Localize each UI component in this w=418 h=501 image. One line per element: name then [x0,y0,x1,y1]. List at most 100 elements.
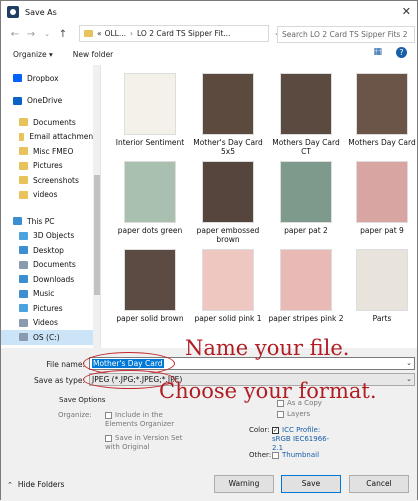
file-name-label: paper dots green [117,226,183,235]
sidebar-item-label: OneDrive [27,96,63,106]
organize-label: Organize: [58,411,92,419]
file-item[interactable]: paper stripes pink 2 [268,249,344,323]
file-name-dropdown-icon[interactable]: ⌄ [406,358,412,369]
sidebar-item-documents[interactable]: Documents [1,115,100,130]
close-icon[interactable]: ✕ [402,5,411,18]
cancel-button[interactable]: Cancel [349,475,409,493]
file-name-label: paper stripes pink 2 [268,314,344,323]
path-segment-2[interactable]: LO 2 Card TS Sipper Fit... [137,29,230,38]
search-input[interactable]: Search LO 2 Card TS Sipper Fits 2 [277,26,415,43]
save-type-dropdown-icon[interactable]: ⌄ [406,374,412,385]
file-item[interactable]: paper pat 2 [268,161,344,235]
thumbnail-checkbox[interactable] [272,451,279,459]
file-item[interactable]: paper pat 9 [344,161,417,235]
save-copy-option[interactable]: As a Copy [277,399,322,408]
path-segment-1[interactable]: OLL... [105,29,126,38]
other-label: Other: [249,451,272,459]
include-organizer-label: Include in the Elements Organizer [105,411,175,428]
annotation-name-your-file: Name your file. [185,336,350,360]
file-item[interactable]: Mothers Day Card [344,73,417,147]
organize-button[interactable]: Organize ▾ [13,50,53,59]
sidebar-item-label: Downloads [33,274,75,284]
path-overflow[interactable]: « [97,29,102,38]
help-icon[interactable]: ? [396,47,407,58]
include-organizer-checkbox[interactable] [105,411,112,419]
sidebar-item-screenshots[interactable]: Screenshots [1,173,100,188]
sidebar-item-label: Pictures [33,303,63,313]
version-set-option[interactable]: Save in Version Set with Original [105,434,185,452]
sidebar-item-videos[interactable]: videos [1,188,100,203]
file-item[interactable]: Parts [344,249,417,323]
3d-objects-icon [19,231,28,240]
folder-icon [19,132,25,141]
file-item[interactable]: paper dots green [112,161,188,235]
file-name-label: Interior Sentiment [115,138,185,147]
thumbnail-option[interactable]: Thumbnail [272,451,319,460]
save-copy-label: As a Copy [287,399,322,407]
file-list: Interior Sentiment Mother's Day Card 5x5 M… [102,65,417,348]
sidebar-item-this-pc[interactable]: This PC [1,214,100,229]
file-name-label: Parts [372,314,392,323]
sidebar-item-label: Documents [33,117,76,127]
sidebar-item-label: This PC [27,216,55,226]
sidebar-item-onedrive[interactable]: OneDrive [1,94,100,109]
file-item[interactable]: Mothers Day Card CT [268,73,344,156]
sidebar-item-email-attachments[interactable]: Email attachments [1,130,100,145]
file-thumbnail [356,73,408,135]
file-item[interactable]: Mother's Day Card 5x5 [190,73,266,156]
file-thumbnail [202,249,254,311]
file-item[interactable]: paper solid brown [112,249,188,323]
folder-icon [19,161,28,170]
file-name-label: paper pat 9 [360,226,404,235]
sidebar-item-misc-fmeo[interactable]: Misc FMEO [1,144,100,159]
include-organizer-option[interactable]: Include in the Elements Organizer [105,411,175,429]
sidebar-item-label: Music [33,289,55,299]
sidebar-item-dropbox[interactable]: Dropbox [1,71,100,86]
desktop-icon [19,246,28,255]
sidebar-item-label: Email attachments [29,132,100,142]
sidebar-item-3d-objects[interactable]: 3D Objects [1,229,100,244]
sidebar-item-videos[interactable]: Videos [1,316,100,331]
toolbar: Organize ▾ New folder ▦ ? [1,45,417,63]
save-copy-checkbox[interactable] [277,399,284,407]
sidebar-item-pictures[interactable]: Pictures [1,159,100,174]
icc-profile-option[interactable]: ✓ ICC Profile: sRGB IEC61966-2.1 [272,426,334,453]
save-panel: File name: Mother's Day Card ⌄ Save as t… [1,336,417,501]
layers-checkbox[interactable] [277,410,284,418]
sidebar-item-label: Dropbox [27,73,59,83]
address-bar[interactable]: « OLL... › LO 2 Card TS Sipper Fit... [79,25,269,42]
sidebar-item-label: Documents [33,260,76,270]
sidebar-item-pictures[interactable]: Pictures [1,301,100,316]
sidebar-item-label: Desktop [33,245,64,255]
sidebar-item-downloads[interactable]: Downloads [1,272,100,287]
sidebar-item-desktop[interactable]: Desktop [1,243,100,258]
back-arrow-icon[interactable]: ← [7,29,23,40]
downloads-icon [19,275,28,284]
up-arrow-icon[interactable]: ↑ [55,29,71,40]
sidebar-item-documents[interactable]: Documents [1,258,100,273]
file-item[interactable]: Interior Sentiment [112,73,188,147]
title-bar: Save As ✕ [1,1,417,23]
videos-icon [19,318,28,327]
layers-option[interactable]: Layers [277,410,310,419]
onedrive-icon [13,96,22,105]
version-set-checkbox[interactable] [105,434,112,442]
forward-arrow-icon[interactable]: → [23,29,39,40]
folder-icon [19,190,28,199]
hide-folders-toggle[interactable]: ⌃ Hide Folders [7,480,64,489]
sidebar-item-os-c[interactable]: OS (C:) [1,330,100,345]
save-button[interactable]: Save [281,475,341,493]
sidebar-item-music[interactable]: Music [1,287,100,302]
icc-profile-label: ICC Profile: sRGB IEC61966-2.1 [272,426,330,452]
new-folder-button[interactable]: New folder [73,50,114,59]
recent-chevron-icon[interactable]: ⌄ [39,30,55,38]
app-icon [7,6,19,18]
file-item[interactable]: paper solid pink 1 [190,249,266,323]
icc-profile-checkbox[interactable]: ✓ [272,426,279,434]
file-item[interactable]: paper embossed brown [190,161,266,244]
view-options-icon[interactable]: ▦ [373,47,382,58]
warning-button[interactable]: Warning [214,475,274,493]
sidebar-scrollbar[interactable] [93,65,100,348]
scrollbar-thumb[interactable] [94,175,100,295]
file-name-label: Mothers Day Card [348,138,416,147]
